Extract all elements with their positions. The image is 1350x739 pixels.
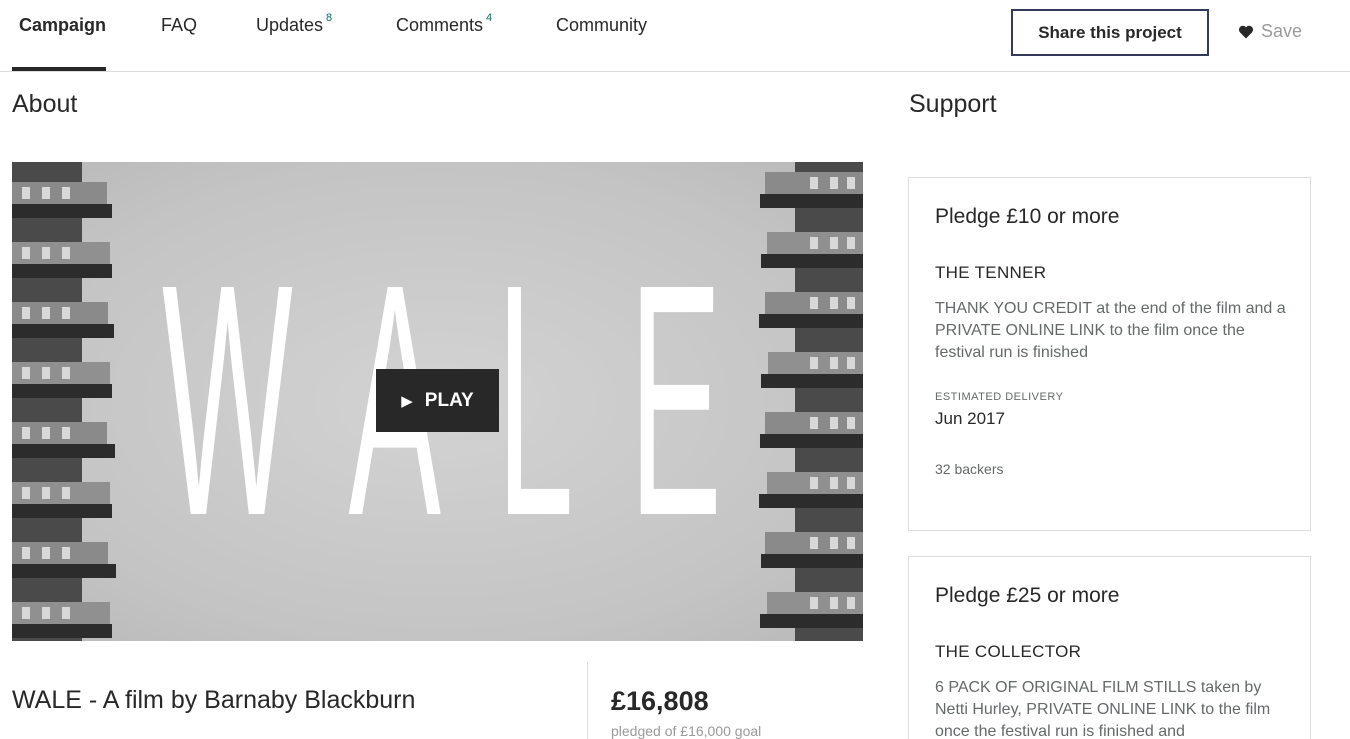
project-nav: Campaign FAQ Updates 8 Comments 4 Communit… (0, 0, 1350, 72)
save-label: Save (1261, 21, 1303, 41)
reward-title: THE COLLECTOR (935, 642, 1082, 661)
tab-updates[interactable]: Updates 8 (256, 12, 333, 36)
reward-backers-count: 32 backers (935, 461, 1004, 477)
pledged-goal: pledged of £16,000 goal (611, 723, 762, 739)
reward-description: THANK YOU CREDIT at the end of the film … (935, 300, 1286, 361)
heart-icon (1239, 25, 1253, 38)
tower-block-left-image (12, 162, 116, 641)
save-button[interactable]: Save (1238, 21, 1302, 42)
title-letter-e: E (629, 215, 722, 584)
reward-pledge-amount: Pledge £25 or more (935, 584, 1120, 607)
title-letter-w: W (162, 215, 293, 584)
play-video-button[interactable]: ▶ PLAY (376, 369, 499, 432)
tab-campaign[interactable]: Campaign (19, 15, 106, 36)
reward-card[interactable]: Pledge £10 or more THE TENNER THANK YOU … (908, 177, 1311, 531)
play-label: PLAY (424, 389, 474, 411)
pledged-amount: £16,808 (611, 686, 709, 716)
tab-faq-label: FAQ (161, 15, 198, 35)
about-heading: About (12, 90, 78, 118)
reward-card[interactable]: Pledge £25 or more THE COLLECTOR 6 PACK … (908, 556, 1311, 739)
updates-count-badge: 8 (326, 12, 333, 24)
reward-description: 6 PACK OF ORIGINAL FILM STILLS taken by … (935, 679, 1271, 739)
estimated-delivery-label: ESTIMATED DELIVERY (935, 391, 1064, 403)
tab-campaign-label: Campaign (19, 15, 107, 35)
title-letter-l: L (496, 215, 574, 584)
project-video[interactable]: W A L E ▶ PLAY (12, 162, 863, 641)
share-project-button[interactable]: Share this project (1011, 9, 1209, 56)
project-title: WALE - A film by Barnaby Blackburn (12, 686, 416, 714)
tab-comments-label: Comments (396, 15, 484, 35)
support-heading: Support (909, 90, 997, 118)
estimated-delivery-value: Jun 2017 (935, 409, 1005, 428)
tab-community[interactable]: Community (556, 15, 647, 36)
tab-comments[interactable]: Comments 4 (396, 12, 493, 36)
comments-count-badge: 4 (486, 12, 493, 24)
reward-title: THE TENNER (935, 263, 1047, 282)
active-tab-indicator (12, 67, 106, 71)
tab-updates-label: Updates (256, 15, 324, 35)
tower-block-right-image (759, 162, 863, 641)
play-icon: ▶ (401, 392, 413, 410)
tab-community-label: Community (556, 15, 648, 35)
tab-faq[interactable]: FAQ (161, 15, 197, 36)
stats-divider (587, 662, 588, 739)
reward-pledge-amount: Pledge £10 or more (935, 205, 1120, 228)
